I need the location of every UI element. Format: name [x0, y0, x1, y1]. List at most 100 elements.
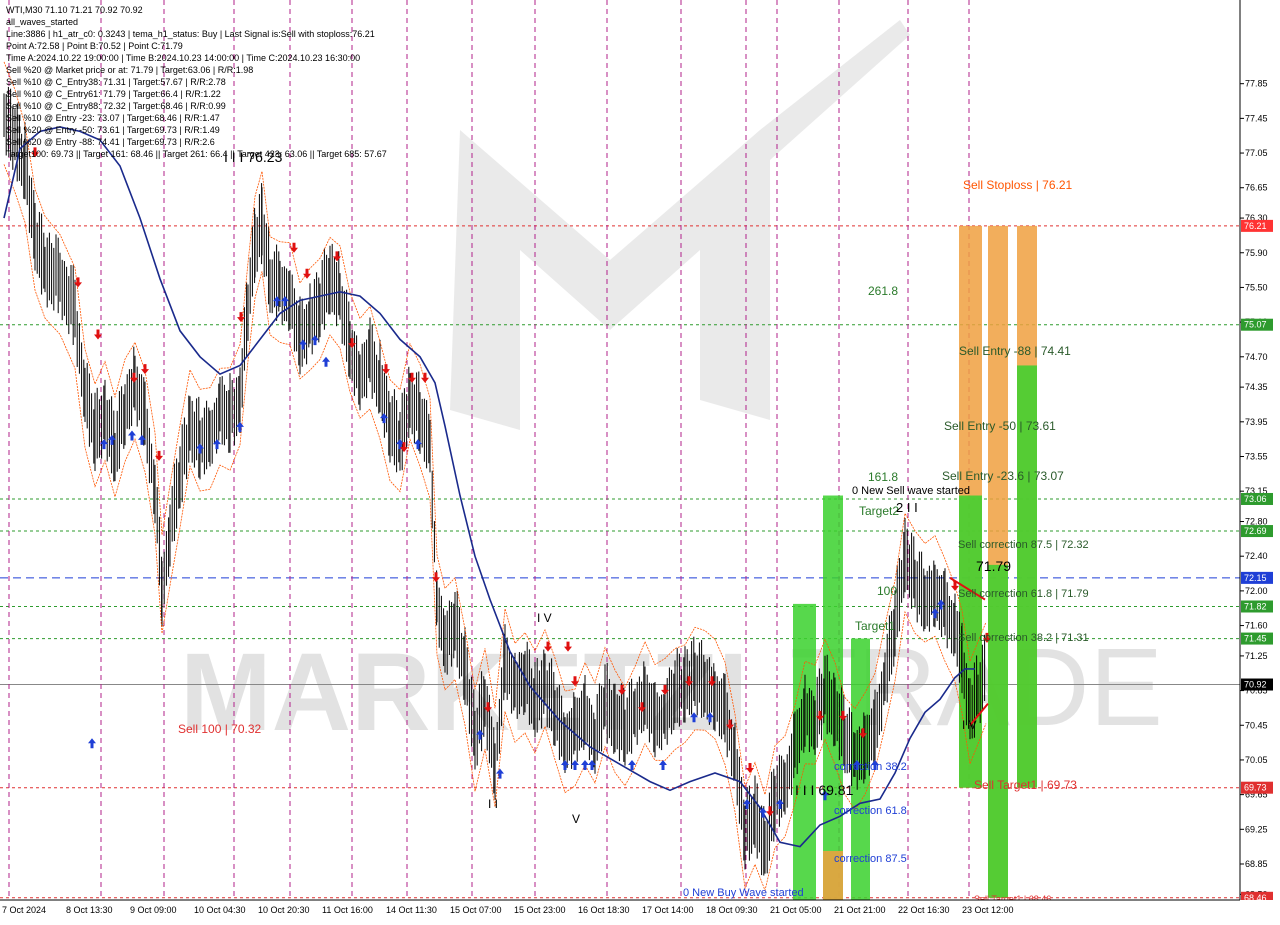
info-line: Sell %10 @ C_Entry88: 72.32 | Target:68.… — [6, 101, 226, 111]
time-tick-label: 21 Oct 05:00 — [770, 905, 822, 915]
buy-arrow-icon — [931, 608, 939, 619]
time-tick-label: 11 Oct 16:00 — [322, 905, 373, 915]
sell-stoploss-label: Sell Stoploss | 76.21 — [963, 178, 1073, 192]
buy-arrow-icon — [496, 768, 504, 779]
info-line: Sell %10 @ C_Entry38: 71.31 | Target:57.… — [6, 77, 226, 87]
sell-arrow-icon — [141, 364, 149, 375]
price-marker-label: 72.69 — [1244, 526, 1267, 536]
price-tick-label: 75.90 — [1245, 248, 1268, 258]
price-tick-label: 71.25 — [1245, 651, 1268, 661]
wave-label-point-c: 71.79 — [976, 558, 1011, 574]
price-tick-label: 77.85 — [1245, 79, 1268, 89]
time-tick-label: 18 Oct 09:30 — [706, 905, 758, 915]
info-line: Sell %10 @ C_Entry61: 71.79 | Target:66.… — [6, 89, 221, 99]
wave-label-iv-right: I V — [962, 718, 977, 732]
sell-entry-50-label: Sell Entry -50 | 73.61 — [944, 419, 1056, 433]
time-tick-label: 15 Oct 23:00 — [514, 905, 566, 915]
new-sell-wave-label: 0 New Sell wave started — [852, 485, 970, 497]
price-marker-label: 71.45 — [1244, 634, 1267, 644]
correction-875-label: correction 87.5 — [834, 853, 907, 865]
price-tick-label: 72.00 — [1245, 586, 1268, 596]
price-marker-label: 72.15 — [1244, 573, 1267, 583]
sell-100-label: Sell 100 | 70.32 — [178, 722, 262, 736]
sell-correction-618-label: Sell correction 61.8 | 71.79 — [958, 588, 1089, 600]
price-tick-label: 75.50 — [1245, 282, 1268, 292]
price-tick-label: 74.70 — [1245, 352, 1268, 362]
price-tick-label: 77.05 — [1245, 148, 1268, 158]
price-tick-label: 73.95 — [1245, 417, 1268, 427]
price-tick-label: 69.25 — [1245, 824, 1268, 834]
info-line: Sell %20 @ Entry -50: 73.61 | Target:69.… — [6, 125, 220, 135]
time-tick-label: 23 Oct 12:00 — [962, 905, 1014, 915]
info-line: Target100: 69.73 || Target 161: 68.46 ||… — [6, 149, 387, 159]
sell-arrow-icon — [237, 312, 245, 323]
price-tick-label: 73.55 — [1245, 451, 1268, 461]
price-tick-label: 72.80 — [1245, 517, 1268, 527]
time-tick-label: 15 Oct 07:00 — [450, 905, 502, 915]
info-line: all_waves_started — [6, 17, 79, 27]
wave-label-iii-bottom: I I I 69.81 — [795, 782, 854, 798]
buy-arrow-icon — [322, 356, 330, 367]
chart-info-panel: WTI,M30 71.10 71.21 70.92 70.92 all_wave… — [6, 4, 387, 160]
info-line: Time A:2024.10.22 19:00:00 | Time B:2024… — [6, 53, 361, 63]
price-marker-label: 70.92 — [1244, 680, 1267, 690]
sell-arrow-icon — [290, 242, 298, 253]
info-line: Sell %20 @ Market price or at: 71.79 | T… — [6, 65, 254, 75]
time-tick-label: 10 Oct 04:30 — [194, 905, 246, 915]
time-tick-label: 17 Oct 14:00 — [642, 905, 694, 915]
target-zone-bar — [823, 495, 843, 903]
time-axis: 7 Oct 2024 8 Oct 13:30 9 Oct 09:00 10 Oct 0… — [0, 899, 1280, 920]
price-axis: 77.8577.4577.0576.6576.3075.9075.5075.10… — [1239, 0, 1280, 904]
sell-correction-382-label: Sell correction 38.2 | 71.31 — [958, 632, 1089, 644]
price-tick-label: 68.85 — [1245, 859, 1268, 869]
wave-label-v: V — [572, 812, 580, 826]
horizontal-level-lines — [0, 225, 1240, 899]
level-261-label: 261.8 — [868, 284, 898, 298]
time-tick-label: 9 Oct 09:00 — [130, 905, 177, 915]
time-tick-label: 22 Oct 16:30 — [898, 905, 950, 915]
price-tick-label: 70.45 — [1245, 720, 1268, 730]
target1-label: Target1 — [855, 619, 895, 633]
target-zone-bar — [988, 564, 1008, 898]
price-tick-label: 77.45 — [1245, 113, 1268, 123]
target-zone-bar — [793, 603, 816, 903]
buy-arrow-icon — [236, 421, 244, 432]
level-161-label: 161.8 — [868, 470, 898, 484]
price-tick-label: 70.05 — [1245, 755, 1268, 765]
wave-label-ii: I I — [488, 797, 498, 811]
price-marker-label: 71.82 — [1244, 601, 1267, 611]
time-tick-label: 8 Oct 13:30 — [66, 905, 113, 915]
correction-382-label: correction 38.2 — [834, 761, 907, 773]
price-marker-label: 73.06 — [1244, 494, 1267, 504]
price-marker-label: 75.07 — [1244, 320, 1267, 330]
time-tick-label: 21 Oct 21:00 — [834, 905, 886, 915]
info-line: Line:3886 | h1_atr_c0: 0.3243 | tema_h1_… — [6, 29, 375, 39]
sell-arrow-icon — [382, 364, 390, 375]
buy-arrow-icon — [571, 759, 579, 770]
buy-arrow-icon — [196, 443, 204, 454]
buy-arrow-icon — [581, 759, 589, 770]
price-marker-label: 69.73 — [1244, 783, 1267, 793]
level-100-label: 100 — [877, 584, 897, 598]
info-line: Point A:72.58 | Point B:70.52 | Point C:… — [6, 41, 183, 51]
sell-arrow-icon — [746, 762, 754, 773]
price-tick-label: 74.35 — [1245, 382, 1268, 392]
price-tick-label: 72.40 — [1245, 551, 1268, 561]
time-tick-label: 10 Oct 20:30 — [258, 905, 310, 915]
buy-arrow-icon — [659, 759, 667, 770]
sell-arrow-icon — [766, 806, 774, 817]
wave-label-2ii: 2 I I — [896, 500, 918, 515]
sell-correction-875-label: Sell correction 87.5 | 72.32 — [958, 539, 1089, 551]
price-marker-label: 76.21 — [1244, 221, 1267, 231]
sell-entry-23-label: Sell Entry -23.6 | 73.07 — [942, 469, 1064, 483]
wave-label-iv: I V — [537, 611, 552, 625]
target2-label: Target2 — [859, 504, 899, 518]
correction-618-label: correction 61.8 — [834, 805, 907, 817]
symbol-line: WTI,M30 71.10 71.21 70.92 70.92 — [6, 5, 143, 15]
buy-arrow-icon — [561, 759, 569, 770]
new-buy-wave-label: 0 New Buy Wave started — [683, 887, 804, 899]
buy-arrow-icon — [414, 439, 422, 450]
price-tick-label: 71.60 — [1245, 621, 1268, 631]
time-tick-label: 14 Oct 11:30 — [386, 905, 437, 915]
sell-entry-88-label: Sell Entry -88 | 74.41 — [959, 344, 1071, 358]
